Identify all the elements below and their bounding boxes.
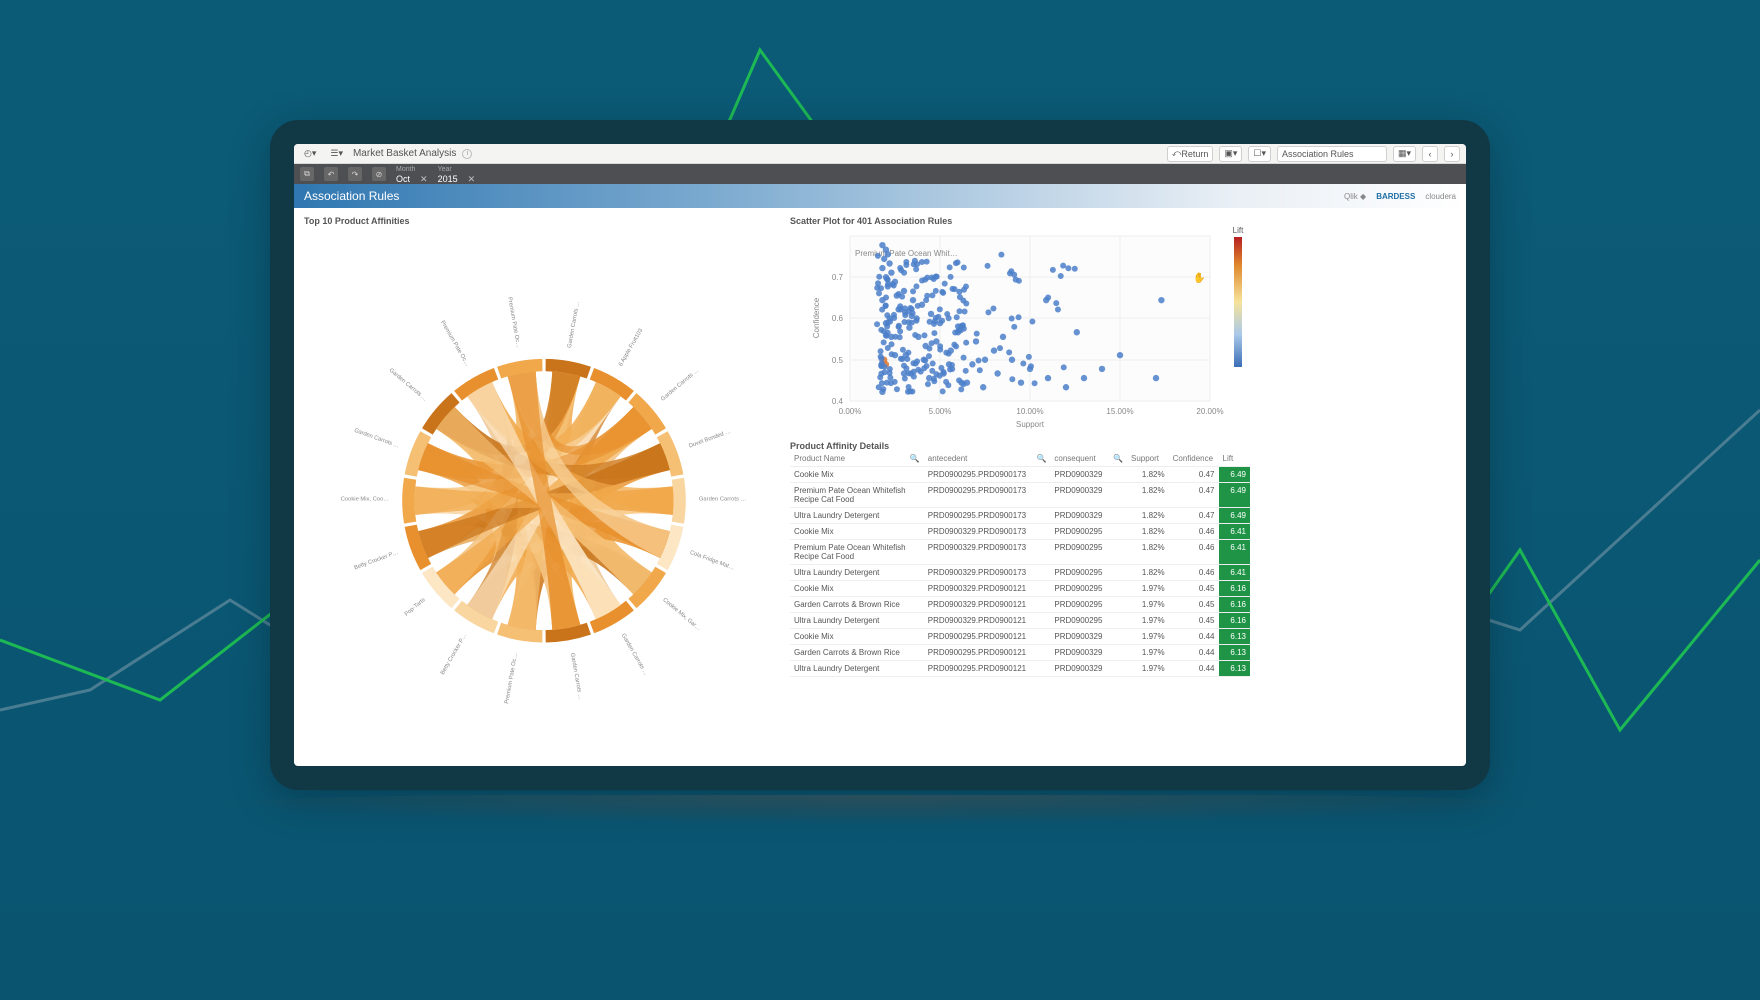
- svg-text:Betty Crocker P…: Betty Crocker P…: [353, 550, 399, 572]
- svg-text:Betty Crocker P…: Betty Crocker P…: [440, 633, 468, 676]
- table-row[interactable]: Garden Carrots & Brown RicePRD0900329.PR…: [790, 597, 1250, 613]
- filter-year-value: 2015✕: [438, 175, 476, 183]
- app-title: Market Basket Analysis: [353, 148, 456, 159]
- svg-text:5.00%: 5.00%: [929, 407, 952, 416]
- step-forward-icon[interactable]: ↷: [348, 167, 362, 181]
- svg-text:Cookie Mix, Coo…: Cookie Mix, Coo…: [341, 497, 390, 503]
- chord-panel: Top 10 Product Affinities Garden Carrots…: [304, 216, 784, 758]
- filter-month[interactable]: Month Oct✕: [396, 166, 428, 183]
- table-row[interactable]: Ultra Laundry DetergentPRD0900329.PRD090…: [790, 613, 1250, 629]
- svg-text:Garden Carrots …: Garden Carrots …: [353, 428, 400, 450]
- chord-title: Top 10 Product Affinities: [304, 216, 784, 226]
- svg-text:15.00%: 15.00%: [1106, 407, 1133, 416]
- scatter-title: Scatter Plot for 401 Association Rules: [790, 216, 1456, 226]
- brand-bardess: BARDESS: [1376, 192, 1415, 201]
- info-icon[interactable]: i: [462, 149, 472, 159]
- bookmark-icon[interactable]: ☐▾: [1248, 146, 1271, 162]
- lift-legend: Lift: [1220, 226, 1256, 367]
- svg-text:10.00%: 10.00%: [1016, 407, 1043, 416]
- table-row[interactable]: Premium Pate Ocean Whitefish Recipe Cat …: [790, 540, 1250, 565]
- table-row[interactable]: Cookie MixPRD0900329.PRD0900173PRD090029…: [790, 524, 1250, 540]
- svg-text:Garden Carrots …: Garden Carrots …: [567, 301, 581, 349]
- svg-text:0.5: 0.5: [832, 356, 844, 365]
- chord-diagram[interactable]: Garden Carrots … 6 Apple Fruit103 Garden C…: [304, 226, 784, 766]
- scatter-chart[interactable]: Lift: [790, 226, 1250, 431]
- filter-year[interactable]: Year 2015✕: [438, 166, 476, 183]
- svg-text:0.6: 0.6: [832, 314, 844, 323]
- app-bar: ◴▾ ☰▾ Market Basket Analysis i ⤺ Return …: [294, 144, 1466, 164]
- svg-text:Premium Pate Oc…: Premium Pate Oc…: [506, 297, 521, 349]
- story-icon[interactable]: ▣▾: [1219, 146, 1242, 162]
- table-row[interactable]: Ultra Laundry DetergentPRD0900295.PRD090…: [790, 661, 1250, 677]
- brand-qlik: Qlik ◆: [1344, 192, 1366, 201]
- svg-text:Pop-Tarts: Pop-Tarts: [404, 597, 427, 618]
- selection-ribbon: ⧉ ↶ ↷ ⊘ Month Oct✕ Year 2015✕: [294, 164, 1466, 184]
- svg-text:Garden Carrots …: Garden Carrots …: [699, 497, 747, 503]
- brand-row: Qlik ◆ BARDESS cloudera: [1344, 192, 1456, 201]
- selection-tree-icon[interactable]: ⧉: [300, 167, 314, 181]
- svg-text:Garden Carrots …: Garden Carrots …: [569, 652, 583, 700]
- return-label: Return: [1181, 149, 1208, 159]
- table-row[interactable]: Cookie MixPRD0900295.PRD0900121PRD090032…: [790, 629, 1250, 645]
- close-icon[interactable]: ✕: [468, 174, 476, 184]
- cursor-icon: ✋: [1193, 271, 1205, 284]
- table-title: Product Affinity Details: [790, 441, 1456, 451]
- filter-year-label: Year: [438, 166, 476, 174]
- content-grid: Scatter Plot for 401 Association Rules L…: [294, 208, 1466, 766]
- scatter-annotation: Premium Pate Ocean Whit…: [855, 249, 958, 258]
- global-menu-icon[interactable]: ◴▾: [300, 146, 320, 162]
- table-row[interactable]: Ultra Laundry DetergentPRD0900329.PRD090…: [790, 565, 1250, 581]
- list-view-icon[interactable]: ☰▾: [326, 146, 347, 162]
- sheets-label: Association Rules: [1282, 149, 1354, 159]
- table-row[interactable]: Premium Pate Ocean Whitefish Recipe Cat …: [790, 483, 1250, 508]
- svg-text:Garden Carrots …: Garden Carrots …: [660, 367, 700, 402]
- svg-text:Premium Pate Oc…: Premium Pate Oc…: [504, 652, 519, 704]
- table-row[interactable]: Cookie MixPRD0900329.PRD0900121PRD090029…: [790, 581, 1250, 597]
- x-axis-label: Support: [1016, 420, 1045, 429]
- affinity-table[interactable]: Product Name🔍antecedent🔍consequent🔍Suppo…: [790, 451, 1250, 677]
- svg-text:Garden Carrots …: Garden Carrots …: [620, 633, 649, 677]
- filter-month-value: Oct✕: [396, 175, 428, 183]
- svg-text:Duvet Bonded …: Duvet Bonded …: [688, 429, 732, 450]
- svg-text:20.00%: 20.00%: [1196, 407, 1223, 416]
- return-button[interactable]: ⤺ Return: [1167, 146, 1214, 162]
- screen: ◴▾ ☰▾ Market Basket Analysis i ⤺ Return …: [294, 144, 1466, 766]
- svg-text:Cola Fridge Mat…: Cola Fridge Mat…: [689, 550, 735, 572]
- svg-text:6 Apple Fruit103: 6 Apple Fruit103: [618, 328, 644, 368]
- svg-text:Premium Pate Oc…: Premium Pate Oc…: [439, 320, 470, 368]
- close-icon[interactable]: ✕: [420, 174, 428, 184]
- svg-text:0.00%: 0.00%: [839, 407, 862, 416]
- step-back-icon[interactable]: ↶: [324, 167, 338, 181]
- laptop-base: [170, 795, 1590, 825]
- y-axis-label: Confidence: [812, 297, 821, 338]
- lift-label: Lift: [1233, 226, 1244, 235]
- svg-text:Garden Carrots …: Garden Carrots …: [388, 368, 428, 403]
- sheets-dropdown[interactable]: Association Rules: [1277, 146, 1387, 162]
- next-sheet-button[interactable]: ›: [1444, 146, 1460, 162]
- scatter-svg: 0.4 0.5 0.6 0.7 0.00% 5.00% 10.00% 15.00% 20.00…: [790, 226, 1250, 431]
- clear-selections-icon[interactable]: ⊘: [372, 167, 386, 181]
- laptop-frame: ◴▾ ☰▾ Market Basket Analysis i ⤺ Return …: [270, 120, 1490, 790]
- prev-sheet-button[interactable]: ‹: [1422, 146, 1438, 162]
- table-row[interactable]: Garden Carrots & Brown RicePRD0900295.PR…: [790, 645, 1250, 661]
- sheet-header: Association Rules Qlik ◆ BARDESS clouder…: [294, 184, 1466, 208]
- filter-month-label: Month: [396, 166, 428, 174]
- svg-text:Cookie Mix, Gar…: Cookie Mix, Gar…: [661, 597, 701, 632]
- table-panel: Product Affinity Details Product Name🔍an…: [790, 441, 1456, 758]
- lift-gradient: [1234, 237, 1242, 367]
- table-row[interactable]: Cookie MixPRD0900295.PRD0900173PRD090032…: [790, 467, 1250, 483]
- svg-text:0.4: 0.4: [832, 397, 844, 406]
- sheet-title: Association Rules: [304, 189, 399, 203]
- brand-cloudera: cloudera: [1425, 192, 1456, 201]
- svg-text:0.7: 0.7: [832, 273, 844, 282]
- grid-icon[interactable]: ▦▾: [1393, 146, 1416, 162]
- table-row[interactable]: Ultra Laundry DetergentPRD0900295.PRD090…: [790, 508, 1250, 524]
- scatter-panel: Scatter Plot for 401 Association Rules L…: [790, 216, 1456, 431]
